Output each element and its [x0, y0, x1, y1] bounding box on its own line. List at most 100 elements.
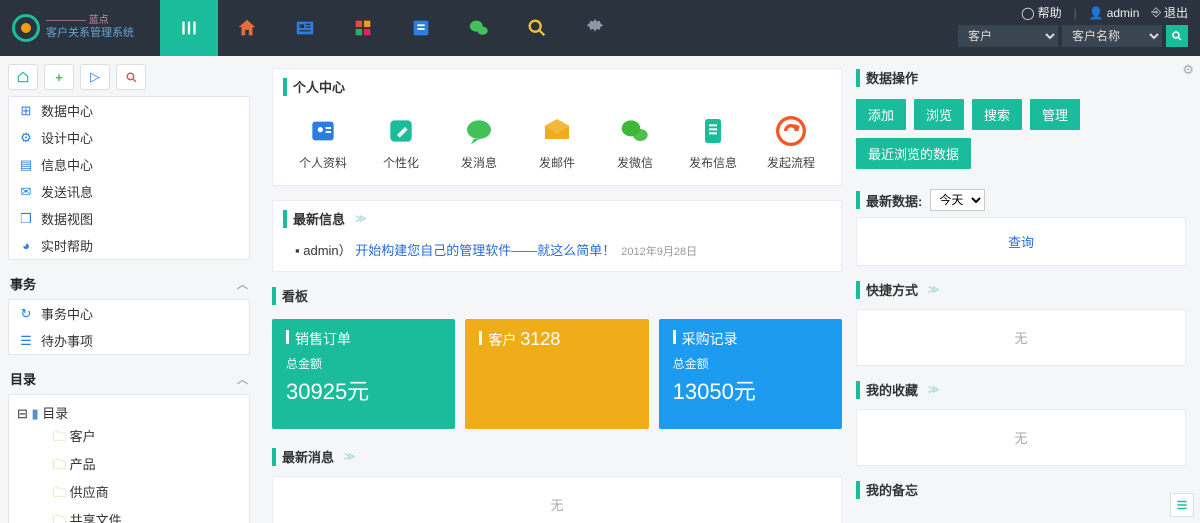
- data-ops-section: 数据操作 添加浏览搜索管理最近浏览的数据: [856, 68, 1186, 175]
- pc-item-3[interactable]: 发邮件: [523, 114, 591, 171]
- latest-msg-section: 最新消息≫ 无: [272, 447, 842, 523]
- todo-items[interactable]: ☰待办事项: [9, 327, 249, 354]
- ops-btn-0[interactable]: 添加: [856, 99, 906, 130]
- chat-icon: [463, 115, 495, 147]
- sidebar-item-info-center[interactable]: ▤信息中心: [9, 151, 249, 178]
- pc-item-5[interactable]: 发布信息: [679, 114, 747, 171]
- more-icon[interactable]: ≫: [344, 450, 356, 463]
- tasks-icon: [410, 17, 432, 39]
- hamburger-icon: [178, 17, 200, 39]
- tab-search[interactable]: [116, 64, 146, 90]
- send-icon: ✉: [19, 185, 33, 199]
- nav-menu-toggle[interactable]: [160, 0, 218, 56]
- gear-icon: [584, 17, 606, 39]
- ops-btn-4[interactable]: 最近浏览的数据: [856, 138, 971, 169]
- ops-btn-3[interactable]: 管理: [1030, 99, 1080, 130]
- tree-customer[interactable]: 🗀 客户: [17, 424, 241, 452]
- folder-icon: 🗀: [53, 513, 66, 523]
- query-link[interactable]: 查询: [857, 218, 1185, 265]
- tab-home[interactable]: [8, 64, 38, 90]
- sidebar-item-data-view[interactable]: ❒数据视图: [9, 205, 249, 232]
- shortcut-heading: 快捷方式≫: [856, 280, 1186, 299]
- kanban-heading: 看板: [272, 286, 842, 305]
- wechat-icon: [468, 17, 490, 39]
- pc-item-label: 发邮件: [523, 154, 591, 171]
- header: ———— 蓝点 客户关系管理系统 ◯ 帮助 | 👤 admin ⎆ 退出 客户 …: [0, 0, 1200, 56]
- latest-msg-empty: 无: [273, 477, 841, 523]
- kanban-sales-order[interactable]: 销售订单 总金额 30925元: [272, 319, 455, 429]
- home-icon: [16, 70, 30, 84]
- pc-item-0[interactable]: 个人资料: [289, 114, 357, 171]
- kanban-purchase[interactable]: 采购记录 总金额 13050元: [659, 319, 842, 429]
- gear-icon: ⚙: [19, 131, 33, 145]
- memo-section: 我的备忘: [856, 480, 1186, 509]
- doc-icon: ▤: [19, 158, 33, 172]
- tab-play[interactable]: ▷: [80, 64, 110, 90]
- sidebar-tabbar: + ▷: [8, 64, 250, 90]
- sidebar-item-send-msg[interactable]: ✉发送讯息: [9, 178, 249, 205]
- ops-btn-1[interactable]: 浏览: [914, 99, 964, 130]
- folder-icon: 🗀: [53, 429, 66, 444]
- kanban-section: 看板 销售订单 总金额 30925元 客户 3128 采购记录 总金额 1305…: [272, 286, 842, 433]
- catalog-tree: ⊟ ▮ 目录 🗀 客户 🗀 产品 🗀 供应商 🗀 共享文件: [8, 394, 250, 523]
- nav-tasks[interactable]: [392, 0, 450, 56]
- refresh-icon: ↻: [19, 307, 33, 321]
- kanban-customer[interactable]: 客户 3128: [465, 319, 648, 429]
- help-icon: ◕: [19, 239, 33, 253]
- ops-btn-2[interactable]: 搜索: [972, 99, 1022, 130]
- settings-corner[interactable]: ⚙: [1182, 62, 1194, 78]
- catalog-title[interactable]: 目录︿: [8, 363, 250, 394]
- logo-text: ———— 蓝点 客户关系管理系统: [46, 15, 134, 40]
- corner-menu-button[interactable]: [1170, 493, 1194, 517]
- tree-supplier[interactable]: 🗀 供应商: [17, 480, 241, 508]
- news-item[interactable]: ▪ admin） 开始构建您自己的管理软件——就这么简单！2012年9月28日: [283, 238, 831, 261]
- layers-icon: ❒: [19, 212, 33, 226]
- main: ⚙ 个人中心 个人资料个性化发消息发邮件发微信发布信息发起流程 最新信息≫ ▪ …: [258, 56, 1200, 523]
- data-ops-heading: 数据操作: [856, 68, 1186, 87]
- id-icon: [307, 115, 339, 147]
- pc-item-6[interactable]: 发起流程: [757, 114, 825, 171]
- play-icon: ▷: [90, 69, 100, 85]
- search-button[interactable]: [1166, 25, 1188, 47]
- chevron-up-icon: ︿: [237, 371, 248, 387]
- plus-icon: +: [55, 70, 63, 85]
- nav-home[interactable]: [218, 0, 276, 56]
- nav-apps[interactable]: [334, 0, 392, 56]
- tree-root[interactable]: ⊟ ▮ 目录: [17, 401, 241, 424]
- more-icon[interactable]: ≫: [355, 212, 367, 225]
- sidebar-item-help[interactable]: ◕实时帮助: [9, 232, 249, 259]
- pc-item-1[interactable]: 个性化: [367, 114, 435, 171]
- tree-product[interactable]: 🗀 产品: [17, 452, 241, 480]
- tab-add[interactable]: +: [44, 64, 74, 90]
- search-field[interactable]: 客户名称: [1062, 25, 1162, 47]
- sidebar-item-data-center[interactable]: ⊞数据中心: [9, 97, 249, 124]
- logout-link[interactable]: ⎆ 退出: [1151, 4, 1188, 21]
- latest-data-section: 最新数据: 今天 查询: [856, 189, 1186, 266]
- help-link[interactable]: ◯ 帮助: [1021, 4, 1061, 21]
- tree-shared[interactable]: 🗀 共享文件: [17, 508, 241, 523]
- nav-settings[interactable]: [566, 0, 624, 56]
- nav-wechat[interactable]: [450, 0, 508, 56]
- pc-item-label: 发布信息: [679, 154, 747, 171]
- logo[interactable]: ———— 蓝点 客户关系管理系统: [0, 0, 160, 56]
- folder-icon: 🗀: [53, 457, 66, 472]
- affairs-center[interactable]: ↻事务中心: [9, 300, 249, 327]
- home-icon: [236, 17, 258, 39]
- more-icon[interactable]: ≫: [928, 283, 940, 296]
- news-link[interactable]: 开始构建您自己的管理软件——就这么简单！: [355, 243, 615, 258]
- latest-data-heading: 最新数据:: [856, 191, 922, 210]
- user-link[interactable]: 👤 admin: [1089, 4, 1140, 21]
- pc-item-4[interactable]: 发微信: [601, 114, 669, 171]
- latest-data-select[interactable]: 今天: [930, 189, 985, 211]
- list-icon: ☰: [19, 334, 33, 348]
- search-category[interactable]: 客户: [958, 25, 1058, 47]
- nav-search[interactable]: [508, 0, 566, 56]
- logo-icon: [12, 14, 40, 42]
- pc-item-2[interactable]: 发消息: [445, 114, 513, 171]
- nav-news[interactable]: [276, 0, 334, 56]
- doc-icon: [697, 115, 729, 147]
- more-icon[interactable]: ≫: [928, 383, 940, 396]
- sidebar-item-design-center[interactable]: ⚙设计中心: [9, 124, 249, 151]
- sidebar: + ▷ ⊞数据中心 ⚙设计中心 ▤信息中心 ✉发送讯息 ❒数据视图 ◕实时帮助 …: [0, 56, 258, 523]
- affairs-title[interactable]: 事务︿: [8, 268, 250, 299]
